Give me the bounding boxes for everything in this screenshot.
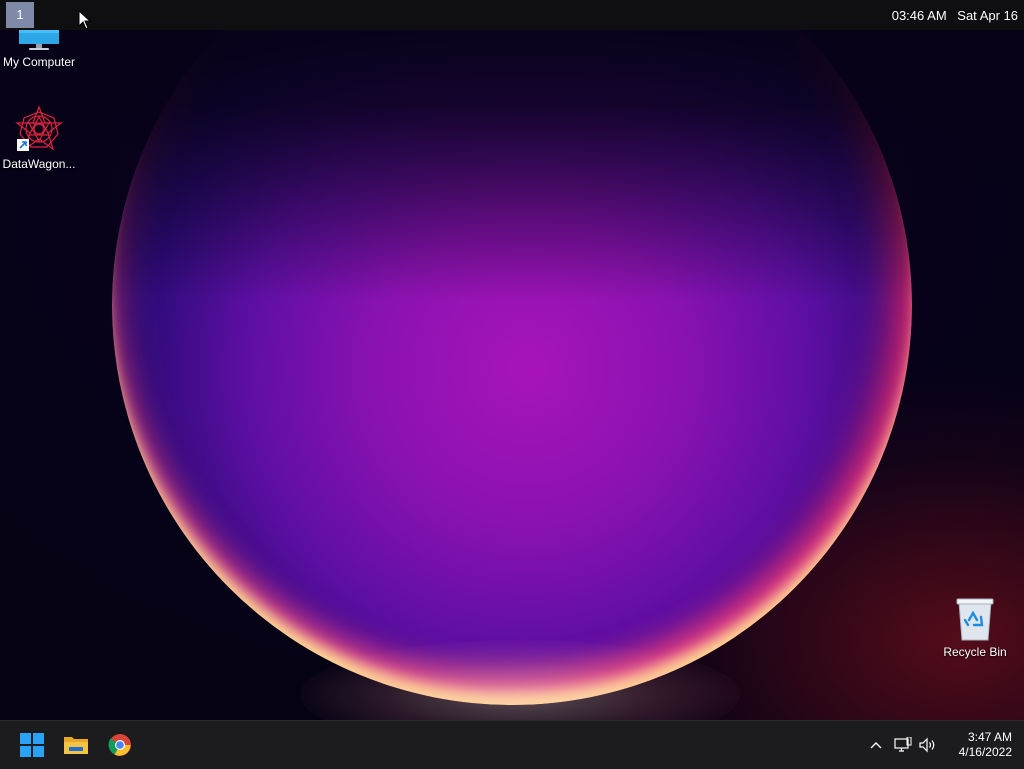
monitor-icon: [19, 30, 59, 50]
desktop-icon-datawagon[interactable]: DataWagon...: [0, 104, 78, 171]
desktop-wallpaper: [0, 0, 1024, 768]
workspace-indicator[interactable]: 1: [6, 2, 34, 28]
network-icon: [894, 737, 912, 752]
taskbar-clock-time: 3:47 AM: [967, 730, 1012, 744]
desktop-icon-my-computer[interactable]: My Computer: [0, 30, 78, 69]
chrome-icon: [108, 734, 131, 756]
desktop-icon-label: DataWagon...: [2, 157, 76, 171]
taskbar: 3:47 AM 4/16/2022: [0, 720, 1024, 769]
desktop-icon-label: Recycle Bin: [943, 645, 1007, 659]
chrome-button[interactable]: [104, 729, 136, 761]
volume-icon: [919, 737, 935, 753]
windows-logo-icon: [20, 733, 44, 757]
taskbar-clock[interactable]: 3:47 AM 4/16/2022: [942, 730, 1012, 760]
top-bar: 1 03:46 AM Sat Apr 16: [0, 0, 1024, 30]
start-button[interactable]: [16, 729, 48, 761]
file-explorer-button[interactable]: [60, 729, 92, 761]
folder-icon: [64, 737, 88, 754]
desktop-icon-recycle-bin[interactable]: Recycle Bin: [936, 596, 1014, 659]
top-clock-date: Sat Apr 16: [957, 8, 1018, 23]
top-clock-time: 03:46 AM: [891, 8, 947, 23]
desktop-icon-label: My Computer: [2, 55, 76, 69]
chevron-up-icon: [870, 742, 882, 749]
datawagon-app-icon: [15, 105, 63, 151]
top-clock: 03:46 AM Sat Apr 16: [892, 8, 1018, 23]
recycle-bin-icon: [956, 598, 994, 641]
wallpaper-shade: [0, 0, 1024, 300]
taskbar-clock-date: 4/16/2022: [958, 745, 1012, 759]
volume-button[interactable]: [918, 735, 938, 755]
show-hidden-icons-button[interactable]: [866, 735, 886, 755]
network-button[interactable]: [893, 735, 913, 755]
mouse-pointer-icon: [78, 10, 92, 30]
